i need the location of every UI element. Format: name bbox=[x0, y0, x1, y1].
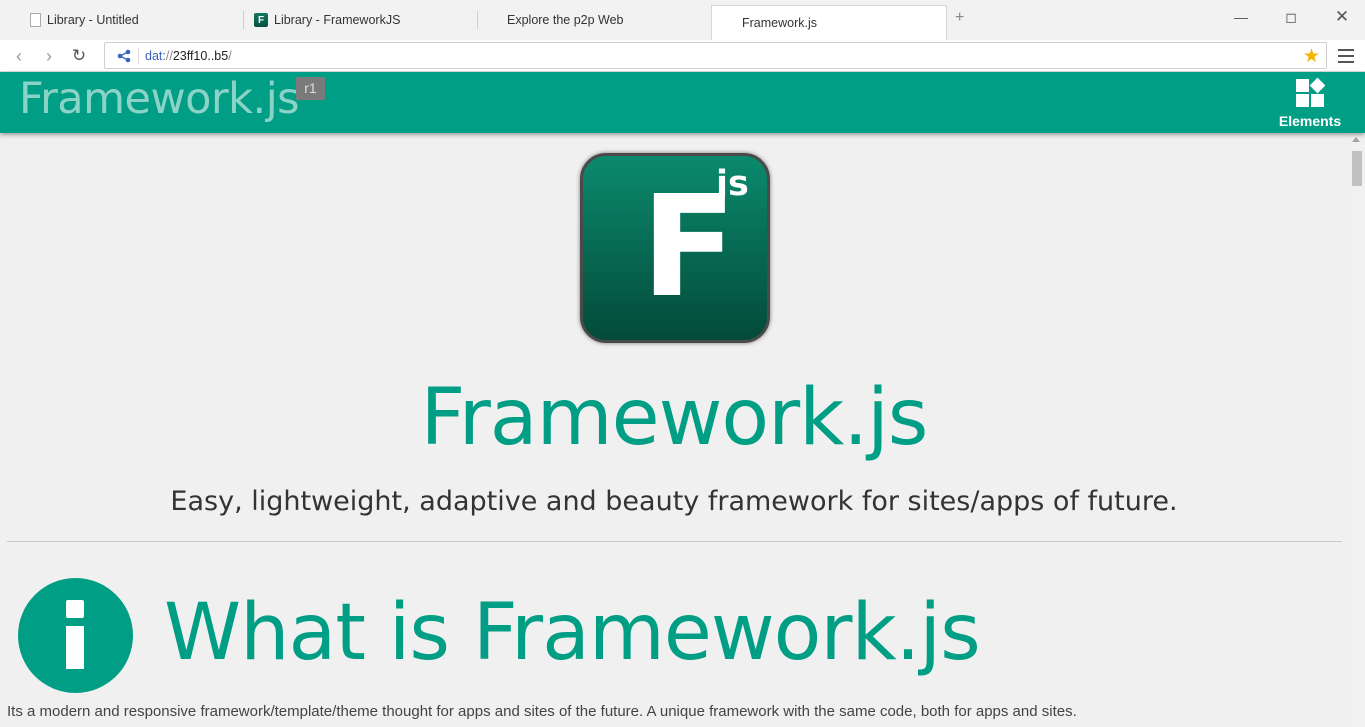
back-icon[interactable]: ‹ bbox=[8, 45, 30, 67]
close-icon[interactable]: ✕ bbox=[1327, 6, 1357, 28]
tab-label: Library - FrameworkJS bbox=[274, 13, 401, 27]
framework-f-icon: F bbox=[254, 13, 268, 27]
forward-icon[interactable]: › bbox=[38, 45, 60, 67]
version-badge: r1 bbox=[296, 77, 325, 100]
address-bar[interactable]: dat://23ff10..b5/ ★ bbox=[104, 42, 1327, 69]
elements-icon bbox=[1295, 77, 1326, 108]
url-trail: / bbox=[228, 49, 232, 63]
url-separator bbox=[138, 48, 139, 64]
tab-label: Framework.js bbox=[742, 16, 818, 30]
app-title[interactable]: Framework.js bbox=[19, 74, 300, 124]
section-title: What is Framework.js bbox=[164, 588, 981, 678]
app-header: Framework.js r1 Elements bbox=[0, 72, 1365, 133]
reload-icon[interactable]: ↻ bbox=[68, 45, 90, 67]
url-scheme: dat: bbox=[145, 49, 166, 63]
share-icon[interactable] bbox=[117, 49, 131, 63]
hero-tagline: Easy, lightweight, adaptive and beauty f… bbox=[170, 486, 1178, 517]
url-slashes: // bbox=[165, 49, 173, 63]
scrollbar-thumb[interactable] bbox=[1352, 151, 1362, 186]
url-text[interactable]: dat://23ff10..b5/ bbox=[145, 49, 232, 63]
framework-logo: F js bbox=[580, 153, 770, 343]
tab-strip: Library - Untitled F Library - Framework… bbox=[0, 0, 1365, 40]
tab-label: Library - Untitled bbox=[47, 13, 139, 27]
section-description: Its a modern and responsive framework/te… bbox=[7, 703, 1077, 720]
page-content: F js Framework.js Easy, lightweight, ada… bbox=[0, 133, 1348, 727]
tab-library-frameworkjs[interactable]: F Library - FrameworkJS bbox=[244, 5, 480, 35]
maximize-icon[interactable]: ◻ bbox=[1276, 6, 1306, 28]
tab-label: Explore the p2p Web bbox=[507, 13, 624, 27]
tab-frameworkjs[interactable]: Framework.js bbox=[711, 5, 947, 40]
url-host: 23ff10..b5 bbox=[172, 49, 229, 63]
new-tab-button[interactable]: + bbox=[955, 9, 964, 27]
divider bbox=[7, 541, 1342, 542]
minimize-icon[interactable]: — bbox=[1226, 6, 1256, 28]
elements-label: Elements bbox=[1278, 113, 1342, 129]
hero-title: Framework.js bbox=[420, 373, 929, 463]
document-icon bbox=[30, 13, 41, 27]
scroll-up-arrow-icon[interactable] bbox=[1352, 137, 1360, 142]
bookmark-star-icon[interactable]: ★ bbox=[1303, 45, 1320, 68]
elements-button[interactable]: Elements bbox=[1270, 77, 1350, 129]
tab-explore-p2p-web[interactable]: Explore the p2p Web bbox=[478, 5, 714, 35]
logo-superscript: js bbox=[716, 164, 749, 204]
menu-icon[interactable] bbox=[1338, 45, 1354, 65]
tab-library-untitled[interactable]: Library - Untitled bbox=[10, 5, 246, 35]
navigation-bar: ‹ › ↻ dat://23ff10..b5/ ★ bbox=[0, 40, 1365, 72]
scrollbar[interactable] bbox=[1348, 133, 1365, 727]
info-icon bbox=[18, 578, 133, 693]
